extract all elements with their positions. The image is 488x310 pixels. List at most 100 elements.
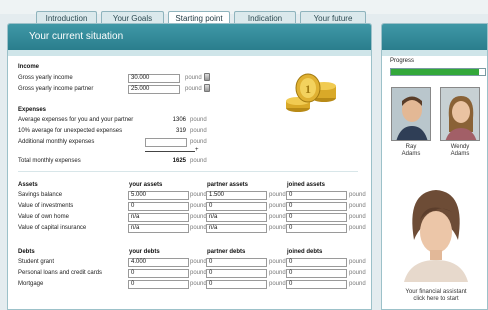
unit-label: pound — [190, 158, 207, 164]
debt-value-field[interactable]: 4.000 — [128, 258, 189, 267]
asset-value-field[interactable]: n/a — [128, 213, 189, 222]
total-expenses-value: 1625 — [172, 158, 186, 164]
asset-value-field[interactable]: 0 — [206, 202, 267, 211]
main-panel: Your current situation Income Gross year… — [7, 23, 372, 310]
plus-sign: + — [195, 147, 199, 153]
assistant-caption[interactable]: Your financial assistant — [386, 289, 486, 295]
unit-label: pound — [190, 214, 207, 220]
assets-heading: Assets — [18, 182, 38, 188]
expense-value: 1306 — [172, 117, 186, 123]
debt-value-field[interactable]: 0 — [206, 280, 267, 289]
progress-label: Progress — [390, 58, 415, 64]
page-title: Your current situation — [8, 24, 371, 50]
expenses-heading: Expenses — [18, 107, 47, 113]
debt-value-field[interactable]: 0 — [206, 258, 267, 267]
unit-label: pound — [269, 259, 286, 265]
income-heading: Income — [18, 64, 40, 70]
sum-rule — [145, 151, 195, 152]
unit-label: pound — [190, 270, 207, 276]
unit-label: pound — [185, 75, 202, 81]
unit-label: pound — [349, 225, 366, 231]
calculator-icon[interactable] — [204, 73, 210, 81]
gross-income-partner-field[interactable]: 25.000 — [128, 85, 180, 94]
asset-value-field[interactable]: 1.500 — [206, 191, 267, 200]
debt-row-label: Mortgage — [18, 281, 44, 287]
debt-value-field[interactable]: 0 — [286, 269, 347, 278]
asset-value-field[interactable]: 0 — [128, 202, 189, 211]
unit-label: pound — [190, 225, 207, 231]
asset-value-field[interactable]: 0 — [286, 191, 347, 200]
ray-avatar[interactable] — [391, 87, 431, 141]
unit-label: pound — [349, 270, 366, 276]
unit-label: pound — [185, 86, 202, 92]
unit-label: pound — [190, 192, 207, 198]
unit-label: pound — [190, 281, 207, 287]
divider — [18, 171, 358, 172]
asset-value-field[interactable]: n/a — [206, 224, 267, 233]
debt-value-field[interactable]: 0 — [128, 269, 189, 278]
asset-value-field[interactable]: n/a — [128, 224, 189, 233]
sidebar-panel: Progress Ray Adams Wendy Adams Your fina… — [381, 23, 488, 310]
unit-label: pound — [349, 281, 366, 287]
debt-value-field[interactable]: 0 — [128, 280, 189, 289]
debt-value-field[interactable]: 0 — [206, 269, 267, 278]
asset-value-field[interactable]: 0 — [286, 224, 347, 233]
expense-label: 10% average for unexpected expenses — [18, 128, 123, 134]
progress-bar — [390, 68, 486, 76]
col-your-assets: your assets — [129, 182, 163, 188]
asset-value-field[interactable]: 0 — [286, 202, 347, 211]
unit-label: pound — [269, 214, 286, 220]
col-joined-debts: joined debts — [287, 249, 323, 255]
person-icon — [441, 88, 479, 140]
unit-label: pound — [349, 259, 366, 265]
ray-first-name: Ray — [405, 144, 417, 150]
calculator-icon[interactable] — [204, 84, 210, 92]
unit-label: pound — [190, 139, 207, 145]
asset-row-label: Value of investments — [18, 203, 74, 209]
unit-label: pound — [269, 270, 286, 276]
debt-value-field[interactable]: 0 — [286, 258, 347, 267]
asset-row-label: Value of own home — [18, 214, 69, 220]
assistant-photo[interactable] — [396, 182, 476, 282]
svg-text:1: 1 — [305, 82, 311, 96]
unit-label: pound — [190, 203, 207, 209]
expense-value: 319 — [175, 128, 186, 134]
unit-label: pound — [349, 203, 366, 209]
income-partner-label: Gross yearly income partner — [18, 86, 94, 92]
col-partner-debts: partner debts — [207, 249, 246, 255]
unit-label: pound — [190, 117, 207, 123]
unit-label: pound — [269, 203, 286, 209]
unit-label: pound — [269, 225, 286, 231]
expense-label: Additional monthly expenses — [18, 139, 95, 145]
asset-value-field[interactable]: n/a — [206, 213, 267, 222]
unit-label: pound — [269, 281, 286, 287]
gross-income-field[interactable]: 30.000 — [128, 74, 180, 83]
debt-row-label: Student grant — [18, 259, 55, 265]
unit-label: pound — [269, 192, 286, 198]
unit-label: pound — [190, 259, 207, 265]
unit-label: pound — [190, 128, 207, 134]
sidebar-header — [382, 24, 487, 50]
asset-value-field[interactable]: 0 — [286, 213, 347, 222]
expense-label: Average expenses for you and your partne… — [18, 117, 134, 123]
wendy-first-name: Wendy — [450, 144, 470, 150]
total-expenses-label: Total monthly expenses — [18, 158, 81, 164]
additional-expenses-field[interactable] — [145, 138, 187, 147]
asset-value-field[interactable]: 5.000 — [128, 191, 189, 200]
unit-label: pound — [349, 192, 366, 198]
progress-fill — [391, 69, 480, 75]
unit-label: pound — [349, 214, 366, 220]
col-joined-assets: joined assets — [287, 182, 326, 188]
asset-row-label: Savings balance — [18, 192, 63, 198]
debt-value-field[interactable]: 0 — [286, 280, 347, 289]
wendy-last-name: Adams — [450, 151, 470, 157]
assistant-icon — [404, 190, 468, 282]
asset-row-label: Value of capital insurance — [18, 225, 87, 231]
panel-subbar — [8, 50, 371, 56]
sidebar-subbar — [382, 50, 487, 56]
wendy-avatar[interactable] — [440, 87, 480, 141]
col-your-debts: your debts — [129, 249, 160, 255]
person-icon — [392, 88, 430, 140]
coins-icon: 1 — [286, 73, 336, 112]
assistant-start-link[interactable]: click here to start — [386, 296, 486, 302]
